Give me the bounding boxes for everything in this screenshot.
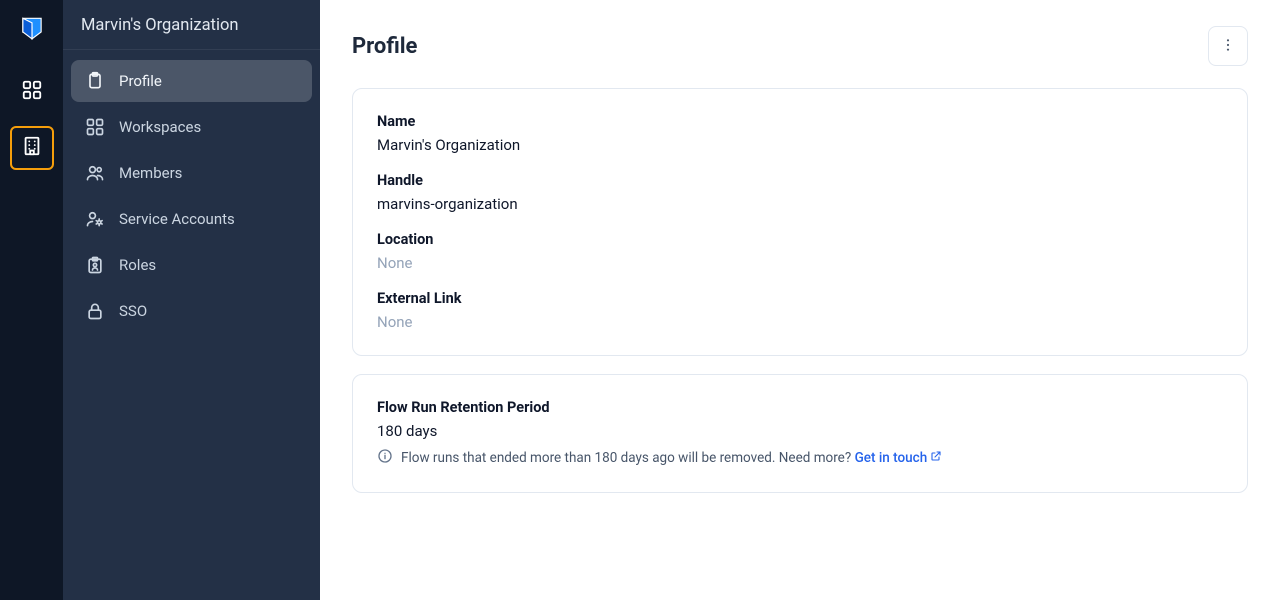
sidebar: Marvin's Organization Profile Workspaces (63, 0, 320, 600)
main-content: Profile Name Marvin's Organization Handl… (320, 0, 1280, 600)
retention-title: Flow Run Retention Period (377, 399, 1223, 416)
grid-icon (21, 79, 43, 105)
sidebar-item-label: Workspaces (119, 118, 201, 136)
field-location: Location None (377, 231, 1223, 272)
field-label: Handle (377, 172, 1223, 189)
page-header: Profile (352, 26, 1248, 66)
app-logo (18, 16, 46, 48)
sidebar-item-profile[interactable]: Profile (71, 60, 312, 102)
sidebar-item-label: Service Accounts (119, 210, 235, 228)
field-label: External Link (377, 290, 1223, 307)
field-value: None (377, 313, 1223, 331)
page-title: Profile (352, 34, 417, 59)
field-value: Marvin's Organization (377, 136, 1223, 154)
kebab-icon (1220, 37, 1236, 56)
rail-item-workspaces[interactable] (10, 70, 54, 114)
sidebar-item-label: Profile (119, 72, 162, 90)
sidebar-title: Marvin's Organization (63, 0, 320, 50)
field-name: Name Marvin's Organization (377, 113, 1223, 154)
field-handle: Handle marvins-organization (377, 172, 1223, 213)
id-badge-icon (85, 255, 105, 275)
field-value: marvins-organization (377, 195, 1223, 213)
field-value: None (377, 254, 1223, 272)
retention-info: Flow runs that ended more than 180 days … (377, 448, 1223, 468)
profile-card: Name Marvin's Organization Handle marvin… (352, 88, 1248, 356)
link-text: Get in touch (855, 450, 928, 466)
field-label: Location (377, 231, 1223, 248)
building-icon (21, 135, 43, 161)
lock-icon (85, 301, 105, 321)
clipboard-icon (85, 71, 105, 91)
grid-icon (85, 117, 105, 137)
icon-rail (0, 0, 63, 600)
field-external-link: External Link None (377, 290, 1223, 331)
users-icon (85, 163, 105, 183)
retention-value: 180 days (377, 422, 1223, 440)
sidebar-item-roles[interactable]: Roles (71, 244, 312, 286)
sidebar-item-service-accounts[interactable]: Service Accounts (71, 198, 312, 240)
retention-info-text: Flow runs that ended more than 180 days … (401, 450, 942, 466)
sidebar-item-sso[interactable]: SSO (71, 290, 312, 332)
sidebar-item-workspaces[interactable]: Workspaces (71, 106, 312, 148)
gear-user-icon (85, 209, 105, 229)
retention-card: Flow Run Retention Period 180 days Flow … (352, 374, 1248, 493)
retention-info-text-content: Flow runs that ended more than 180 days … (401, 450, 855, 466)
sidebar-nav: Profile Workspaces Members (63, 50, 320, 342)
sidebar-item-members[interactable]: Members (71, 152, 312, 194)
sidebar-item-label: Members (119, 164, 182, 182)
sidebar-item-label: SSO (119, 302, 147, 320)
sidebar-item-label: Roles (119, 256, 156, 274)
field-label: Name (377, 113, 1223, 130)
rail-item-organization[interactable] (10, 126, 54, 170)
external-link-icon (930, 450, 942, 466)
get-in-touch-link[interactable]: Get in touch (855, 450, 943, 466)
more-actions-button[interactable] (1208, 26, 1248, 66)
info-icon (377, 448, 393, 468)
